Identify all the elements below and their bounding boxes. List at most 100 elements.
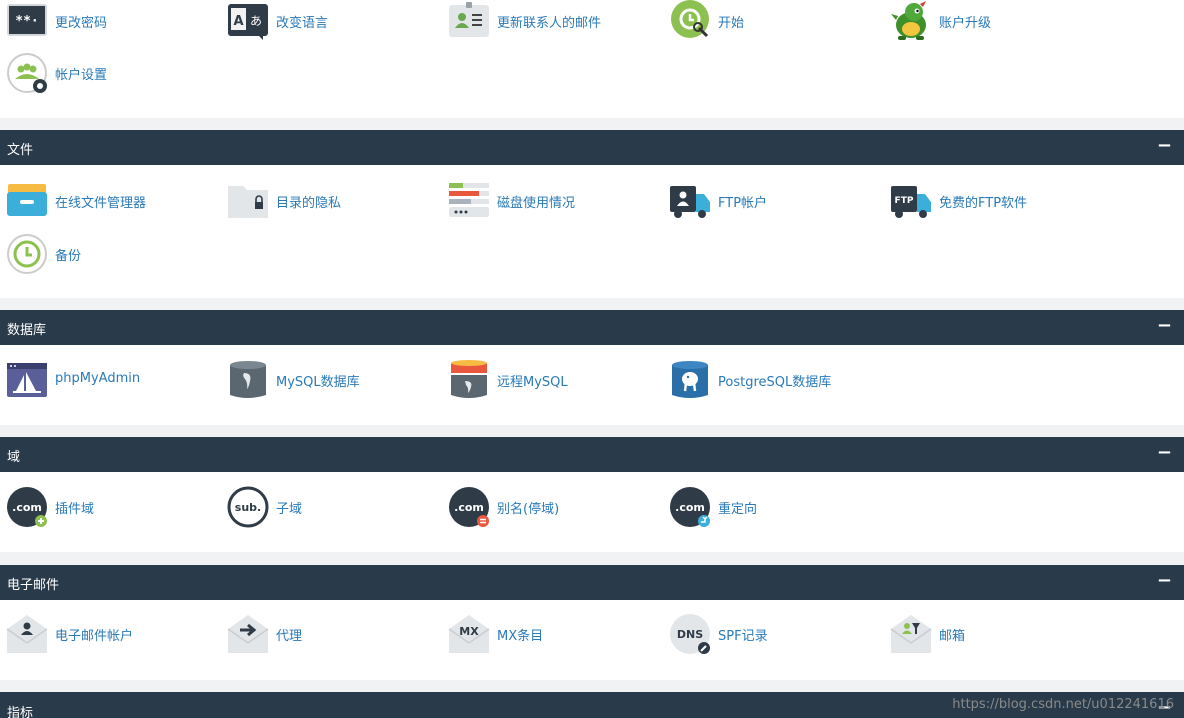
phpmyadmin-item[interactable]: phpMyAdmin (0, 359, 215, 403)
addon-domain-icon: .com (6, 486, 48, 528)
svg-text:.com: .com (454, 501, 484, 514)
getting-started-item[interactable]: 开始 (663, 0, 878, 44)
dragon-mascot-icon (890, 0, 932, 42)
section-body-files: 在线文件管理器 目录的隐私 磁盘使用情况 FTP帐户 FTP 免费的FTP软件 … (0, 165, 1184, 298)
redirects-label: 重定向 (718, 502, 758, 517)
section-title-files: 文件 (7, 143, 34, 158)
alias-domains-item[interactable]: .com 别名(停域) (442, 486, 657, 530)
contact-card-icon (448, 0, 490, 42)
postgresql-icon (669, 359, 711, 401)
account-upgrade-item[interactable]: 账户升级 (884, 0, 1099, 44)
section-title-domains: 域 (7, 450, 21, 465)
svg-text:.com: .com (12, 501, 42, 514)
mysql-databases-label: MySQL数据库 (276, 375, 360, 390)
subdomains-label: 子域 (276, 502, 303, 517)
file-manager-item[interactable]: 在线文件管理器 (0, 180, 215, 224)
subdomains-item[interactable]: sub. 子域 (221, 486, 436, 530)
directory-privacy-item[interactable]: 目录的隐私 (221, 180, 436, 224)
svg-text:.com: .com (675, 501, 705, 514)
mysql-database-icon (227, 359, 269, 401)
mx-entry-label: MX条目 (497, 629, 544, 644)
alias-domains-label: 别名(停域) (497, 502, 560, 517)
account-settings-item[interactable]: 帐户设置 (0, 52, 215, 96)
addon-domains-item[interactable]: .com 插件域 (0, 486, 215, 530)
section-title-metrics: 指标 (7, 706, 34, 718)
spf-record-label: SPF记录 (718, 629, 768, 644)
ftp-accounts-label: FTP帐户 (718, 196, 768, 211)
forwarders-label: 代理 (276, 629, 303, 644)
mail-filter-label: 邮箱 (939, 629, 966, 644)
mail-filter-icon (890, 613, 932, 655)
svg-text:MX: MX (459, 625, 479, 638)
phpmyadmin-icon (6, 359, 48, 401)
update-contact-label: 更新联系人的邮件 (497, 16, 602, 31)
preferences-panel: **· 更改密码 Aあ 改变语言 更新联系人的邮件 开始 账户升级 帐户设置 (0, 0, 1184, 118)
postgresql-item[interactable]: PostgreSQL数据库 (663, 359, 878, 403)
ftp-software-icon: FTP (890, 180, 932, 222)
section-header-domains[interactable]: 域 − (0, 437, 1184, 472)
mail-filter-item[interactable]: 邮箱 (884, 613, 1099, 657)
section-header-databases[interactable]: 数据库 − (0, 310, 1184, 345)
section-header-email[interactable]: 电子邮件 − (0, 565, 1184, 600)
redirects-item[interactable]: .com 重定向 (663, 486, 878, 530)
svg-text:sub.: sub. (235, 501, 261, 514)
backup-icon (6, 233, 48, 275)
remote-mysql-label: 远程MySQL (497, 375, 568, 390)
svg-text:FTP: FTP (895, 196, 914, 206)
svg-text:DNS: DNS (677, 628, 703, 641)
disk-usage-item[interactable]: 磁盘使用情况 (442, 180, 657, 224)
svg-text:**·: **· (15, 14, 38, 29)
backup-label: 备份 (55, 249, 82, 264)
email-accounts-label: 电子邮件帐户 (55, 629, 134, 644)
subdomain-icon: sub. (227, 486, 269, 528)
postgresql-label: PostgreSQL数据库 (718, 375, 832, 390)
backup-item[interactable]: 备份 (0, 233, 215, 277)
alias-domain-icon: .com (448, 486, 490, 528)
forwarders-item[interactable]: 代理 (221, 613, 436, 657)
change-language-item[interactable]: Aあ 改变语言 (221, 0, 436, 44)
remote-mysql-icon (448, 359, 490, 401)
change-password-item[interactable]: **· 更改密码 (0, 0, 215, 44)
file-manager-icon (6, 180, 48, 222)
email-accounts-item[interactable]: 电子邮件帐户 (0, 613, 215, 657)
getting-started-label: 开始 (718, 16, 745, 31)
section-title-databases: 数据库 (7, 323, 47, 338)
ftp-accounts-item[interactable]: FTP帐户 (663, 180, 878, 224)
redirect-icon: .com (669, 486, 711, 528)
account-settings-icon (6, 52, 48, 94)
section-body-domains: .com 插件域 sub. 子域 .com 别名(停域) .com 重定向 (0, 472, 1184, 552)
forwarder-icon (227, 613, 269, 655)
email-account-icon (6, 613, 48, 655)
mx-entry-item[interactable]: MX MX条目 (442, 613, 657, 657)
account-settings-label: 帐户设置 (55, 68, 108, 83)
section-header-files[interactable]: 文件 − (0, 130, 1184, 165)
directory-privacy-label: 目录的隐私 (276, 196, 342, 211)
remote-mysql-item[interactable]: 远程MySQL (442, 359, 657, 403)
ftp-account-icon (669, 180, 711, 222)
mysql-databases-item[interactable]: MySQL数据库 (221, 359, 436, 403)
ftp-software-label: 免费的FTP软件 (939, 196, 1028, 211)
ftp-software-item[interactable]: FTP 免费的FTP软件 (884, 180, 1099, 224)
collapse-toggle-icon[interactable]: − (1157, 443, 1172, 463)
watermark: https://blog.csdn.net/u012241616 (952, 697, 1174, 712)
mx-entry-icon: MX (448, 613, 490, 655)
collapse-toggle-icon[interactable]: − (1157, 136, 1172, 156)
update-contact-item[interactable]: 更新联系人的邮件 (442, 0, 657, 44)
phpmyadmin-label: phpMyAdmin (55, 371, 141, 386)
spf-record-item[interactable]: DNS SPF记录 (663, 613, 878, 657)
section-title-email: 电子邮件 (7, 578, 60, 593)
section-body-databases: phpMyAdmin MySQL数据库 远程MySQL PostgreSQL数据… (0, 345, 1184, 425)
directory-privacy-icon (227, 180, 269, 222)
addon-domains-label: 插件域 (55, 502, 95, 517)
disk-usage-icon (448, 180, 490, 222)
svg-text:A: A (233, 14, 243, 29)
change-password-label: 更改密码 (55, 16, 108, 31)
password-icon: **· (6, 0, 48, 42)
account-upgrade-label: 账户升级 (939, 16, 992, 31)
svg-text:あ: あ (250, 14, 262, 28)
disk-usage-label: 磁盘使用情况 (497, 196, 576, 211)
collapse-toggle-icon[interactable]: − (1157, 316, 1172, 336)
collapse-toggle-icon[interactable]: − (1157, 571, 1172, 591)
getting-started-icon (669, 0, 711, 42)
file-manager-label: 在线文件管理器 (55, 196, 147, 211)
